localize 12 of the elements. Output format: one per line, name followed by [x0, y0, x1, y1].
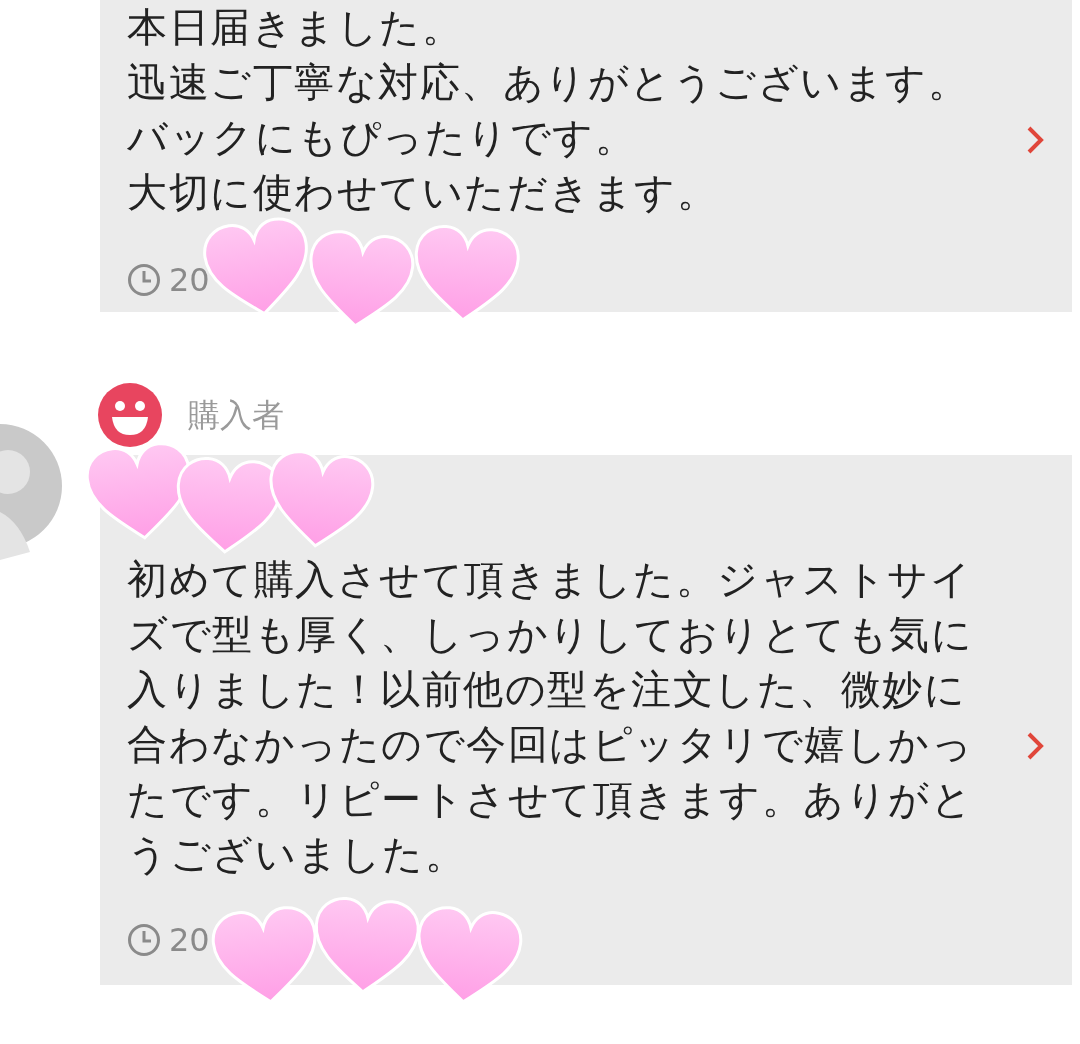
chevron-right-icon: [1025, 125, 1045, 155]
clock-icon: [127, 263, 161, 297]
reviewer-name: 購入者: [188, 395, 284, 436]
review-bubble[interactable]: 本日届きました。 迅速ご丁寧な対応、ありがとうございます。 バックにもぴったりです。 大切に使わせていただきます。 20: [100, 0, 1072, 312]
review-date: 20: [169, 260, 210, 301]
review-date: 20: [169, 920, 210, 961]
chevron-right-icon: [1025, 731, 1045, 761]
review-text: 初めて購入させて頂きました。ジャストサイ ズで型も厚く、しっかりしておりとても気に 入りました！以前他の型を注文した、微妙に 合わなかったので今回はピッタリで嬉しかっ たです。リピートさせて頂きます。ありがと うございました。: [127, 555, 974, 879]
clock-icon: [127, 923, 161, 957]
review-text: 本日届きました。 迅速ご丁寧な対応、ありがとうございます。 バックにもぴったりです。 大切に使わせていただきます。: [127, 3, 970, 217]
smiley-icon: [98, 383, 162, 447]
review-bubble[interactable]: 初めて購入させて頂きました。ジャストサイ ズで型も厚く、しっかりしておりとても気に 入りました！以前他の型を注文した、微妙に 合わなかったので今回はピッタリで嬉しかっ たです。リピートさせて頂きます。ありがと うございました。 20: [100, 455, 1072, 985]
